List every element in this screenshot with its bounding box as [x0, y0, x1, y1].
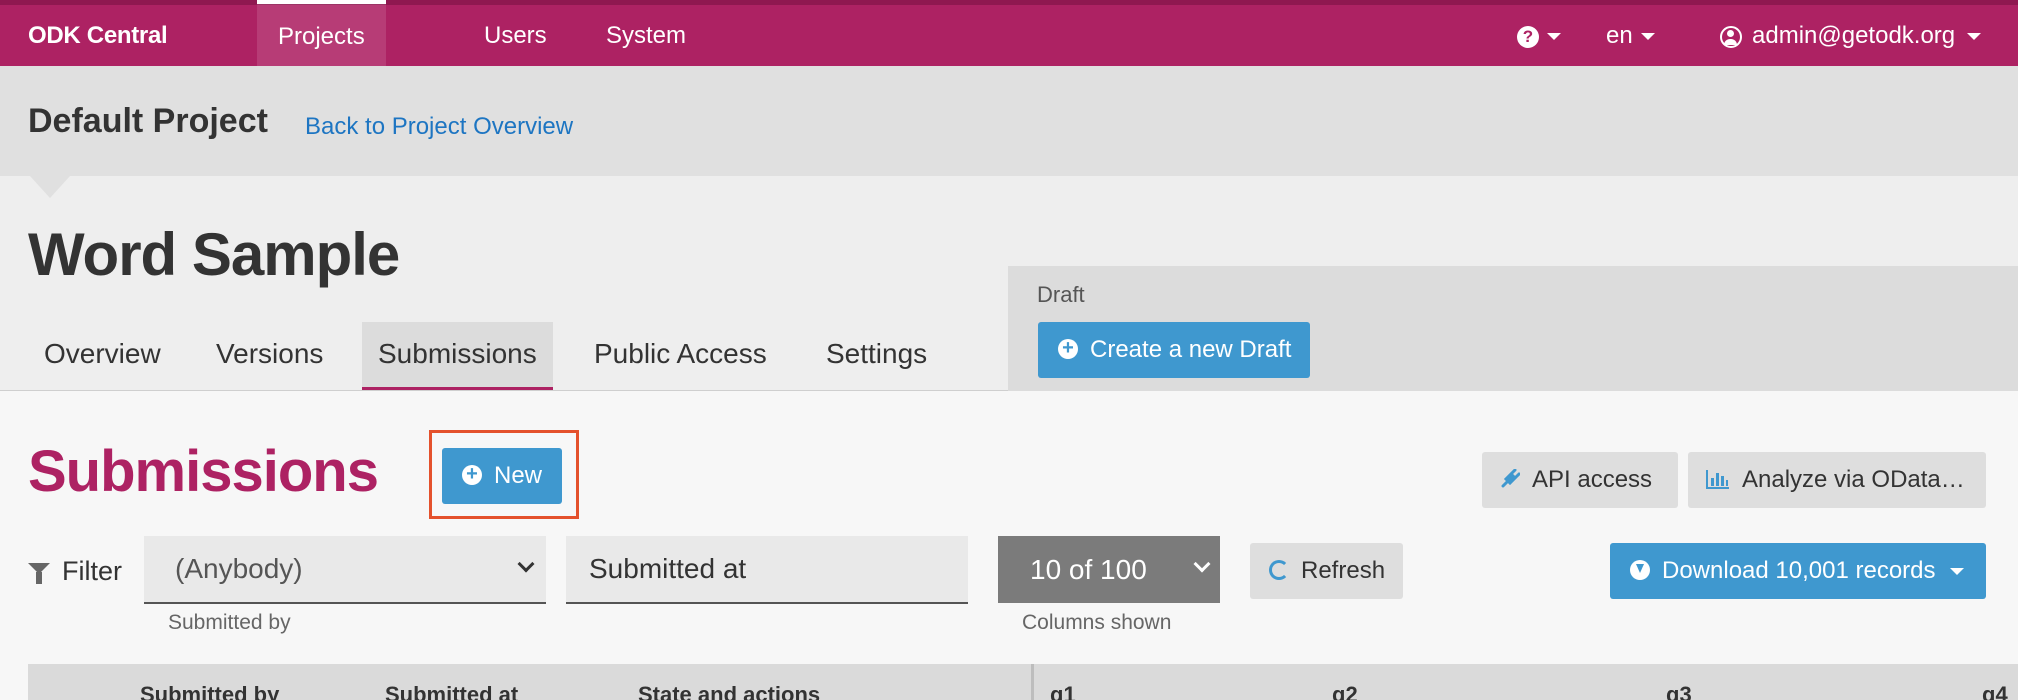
form-header: Word Sample Overview Versions Submission…: [0, 176, 2018, 391]
columns-helper: Columns shown: [1022, 611, 1172, 634]
submitted-by-helper: Submitted by: [168, 611, 291, 634]
api-access-label: API access: [1532, 466, 1653, 493]
api-access-button[interactable]: API access: [1482, 452, 1678, 508]
bar-chart-icon: [1706, 469, 1729, 489]
nav-item-label: Projects: [278, 23, 365, 50]
submitted-by-value: (Anybody): [175, 553, 303, 584]
project-name: Default Project: [28, 102, 268, 140]
columns-value: 10 of 100: [1030, 554, 1147, 585]
analyze-odata-label: Analyze via OData…: [1742, 466, 1965, 493]
tab-public-access[interactable]: Public Access: [578, 322, 783, 390]
tab-label: Submissions: [378, 338, 537, 369]
caret-down-icon: [1967, 33, 1982, 41]
column-header-submitted-by[interactable]: Submitted by: [140, 682, 279, 700]
analyze-odata-button[interactable]: Analyze via OData…: [1688, 452, 1986, 508]
column-header-q1: q1: [1050, 682, 1076, 700]
draft-label: Draft: [1037, 282, 1085, 307]
new-button-label: New: [494, 462, 543, 489]
form-title: Word Sample: [28, 221, 400, 288]
submitted-by-select[interactable]: (Anybody): [144, 536, 546, 604]
create-draft-label: Create a new Draft: [1090, 336, 1292, 363]
column-divider: [1031, 664, 1034, 700]
caret-down-icon: [1949, 568, 1964, 576]
refresh-button[interactable]: Refresh: [1250, 543, 1403, 599]
caret-down-icon: [1640, 33, 1655, 41]
chevron-down-icon: [1193, 555, 1211, 573]
filter-icon: [28, 563, 50, 585]
user-email: admin@getodk.org: [1752, 22, 1956, 49]
column-header-q3: q3: [1666, 682, 1692, 700]
filter-label: Filter: [28, 556, 122, 587]
columns-select[interactable]: 10 of 100: [998, 536, 1220, 603]
user-dropdown[interactable]: admin@getodk.org: [1720, 5, 1982, 66]
help-icon: ?: [1517, 25, 1539, 48]
plug-icon: [1501, 468, 1520, 488]
plus-circle-icon: +: [1058, 338, 1078, 359]
tab-settings[interactable]: Settings: [810, 322, 943, 390]
refresh-label: Refresh: [1301, 557, 1386, 584]
tab-label: Overview: [44, 338, 161, 369]
nav-item-projects[interactable]: Projects: [257, 0, 386, 66]
nav-item-label: System: [606, 22, 687, 49]
plus-circle-icon: +: [462, 464, 482, 485]
language-dropdown[interactable]: en: [1606, 5, 1655, 66]
download-icon: [1630, 559, 1650, 580]
submitted-at-input[interactable]: Submitted at: [566, 536, 968, 604]
submissions-table-header: Submitted by Submitted at State and acti…: [28, 664, 2018, 700]
new-submission-button[interactable]: + New: [442, 448, 562, 504]
nav-item-system[interactable]: System: [606, 5, 686, 66]
back-to-project-link[interactable]: Back to Project Overview: [305, 113, 573, 141]
draft-panel: Draft + Create a new Draft: [1008, 266, 2018, 391]
tab-versions[interactable]: Versions: [200, 322, 339, 390]
caret-down-icon: [1547, 33, 1561, 41]
help-dropdown[interactable]: ?: [1517, 5, 1561, 66]
refresh-icon: [1269, 559, 1289, 580]
submitted-at-placeholder: Submitted at: [589, 553, 747, 584]
language-label: en: [1606, 22, 1633, 49]
tab-submissions[interactable]: Submissions: [362, 322, 553, 390]
column-header-q4: q4: [1982, 682, 2008, 700]
column-header-state-actions: State and actions: [638, 682, 821, 700]
column-header-submitted-at[interactable]: Submitted at: [385, 682, 518, 700]
user-icon: [1720, 25, 1742, 48]
column-header-q2: q2: [1332, 682, 1358, 700]
tab-overview[interactable]: Overview: [28, 322, 177, 390]
tab-label: Versions: [216, 338, 324, 369]
brand-logo[interactable]: ODK Central: [28, 22, 168, 50]
tab-label: Public Access: [594, 338, 767, 369]
download-label: Download 10,001 records: [1662, 557, 1936, 584]
submissions-title: Submissions: [28, 439, 379, 504]
nav-item-users[interactable]: Users: [484, 5, 547, 66]
chevron-down-icon: [517, 555, 535, 573]
tab-label: Settings: [826, 338, 928, 369]
download-button[interactable]: Download 10,001 records: [1610, 543, 1986, 599]
project-header: Default Project Back to Project Overview: [0, 66, 2018, 176]
navbar: ODK Central Projects Users System ? en a…: [0, 0, 2018, 66]
create-draft-button[interactable]: + Create a new Draft: [1038, 322, 1310, 378]
nav-item-label: Users: [484, 22, 547, 49]
project-notch: [30, 176, 70, 198]
